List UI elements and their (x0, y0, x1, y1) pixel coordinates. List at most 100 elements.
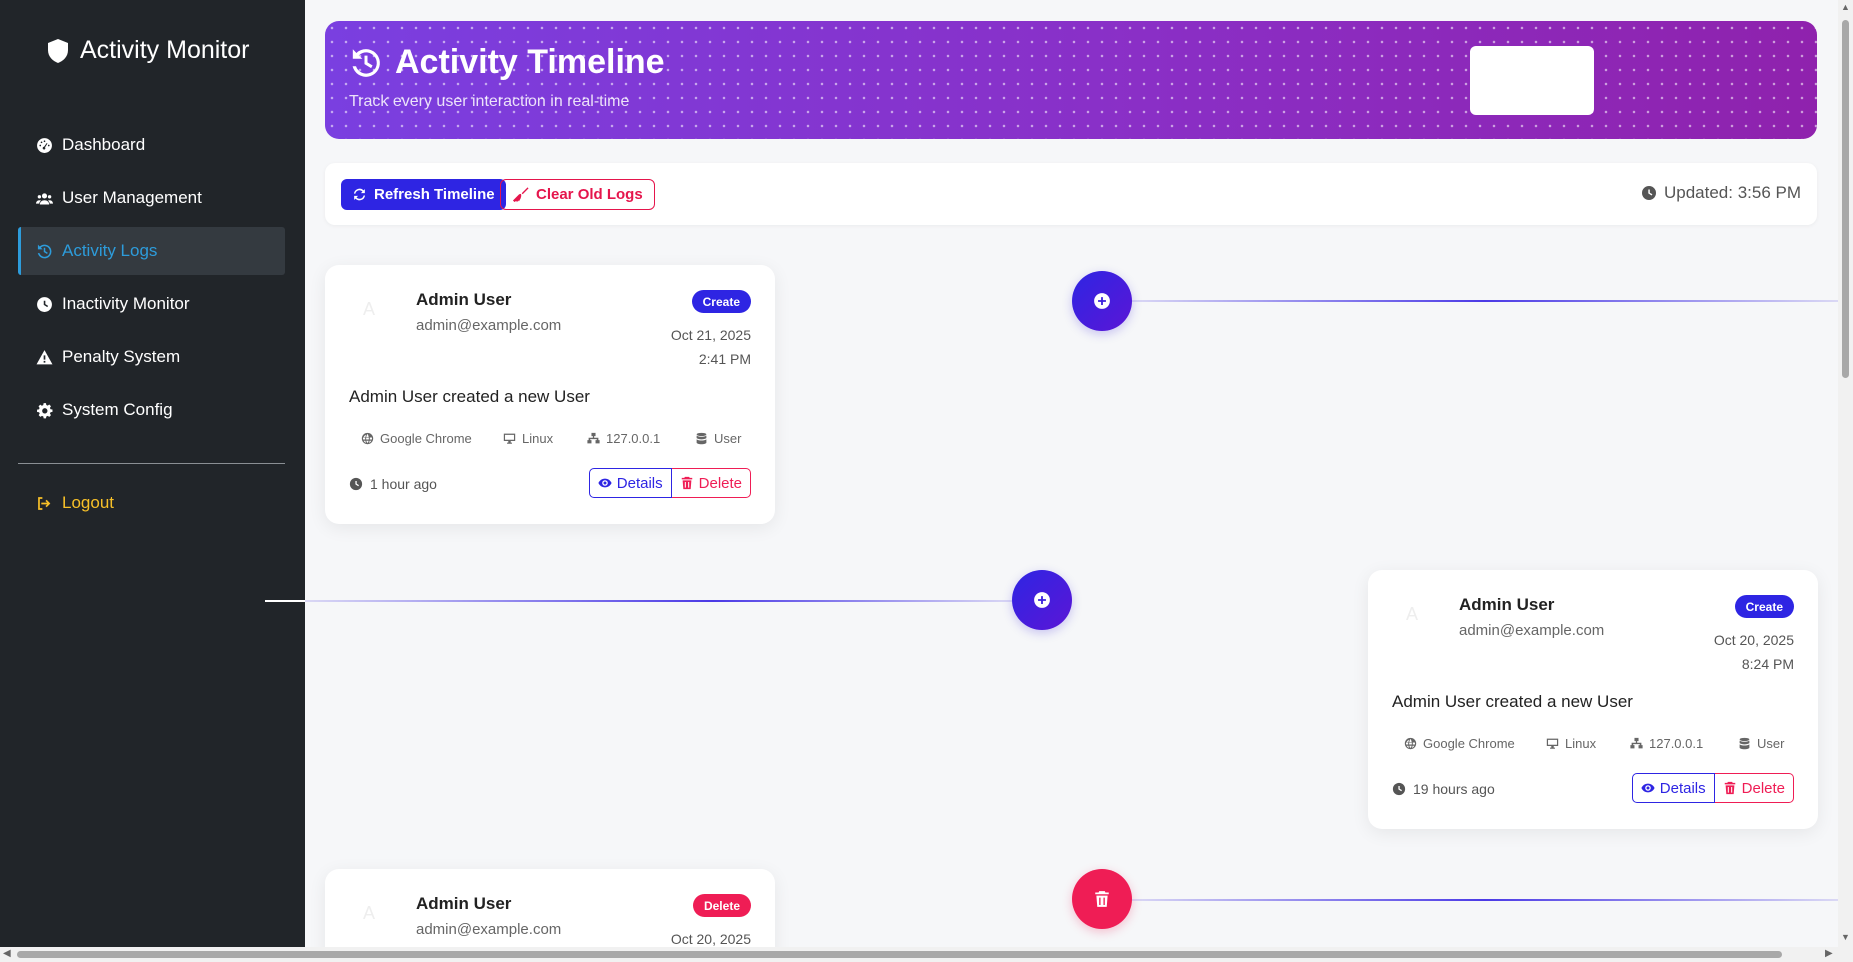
activity-datetime: Oct 21, 2025 2:41 PM (671, 323, 751, 371)
sidebar-item-penalty-system[interactable]: Penalty System (18, 333, 285, 381)
relative-time: 1 hour ago (349, 476, 437, 492)
desktop-icon (1546, 738, 1559, 749)
clear-label: Clear Old Logs (536, 186, 643, 203)
sidebar-item-system-config[interactable]: System Config (18, 386, 285, 434)
avatar: A (1405, 603, 1418, 624)
relative-time: 19 hours ago (1392, 781, 1495, 797)
avatar: A (362, 902, 375, 923)
sidebar-item-inactivity-monitor[interactable]: Inactivity Monitor (18, 280, 285, 328)
card-actions: Details Delete (1631, 773, 1794, 803)
sidebar-item-label: Penalty System (62, 347, 181, 366)
activity-description: Admin User created a new User (349, 387, 590, 406)
delete-button[interactable]: Delete (671, 468, 751, 498)
plus-circle-icon (1094, 293, 1110, 309)
avatar: A (362, 298, 375, 319)
action-badge: Create (1734, 595, 1794, 618)
sidebar-item-label: Activity Logs (62, 241, 158, 260)
meta-os-text: Linux (522, 431, 554, 446)
meta-ip-text: 127.0.0.1 (606, 431, 661, 446)
clock-icon (349, 477, 363, 491)
activity-card: A Admin User admin@example.com Create Oc… (1368, 570, 1818, 829)
meta-model-text: User (1757, 736, 1785, 751)
activity-time: 8:24 PM (1741, 656, 1794, 672)
meta-os-text: Linux (1565, 736, 1597, 751)
meta-browser: Google Chrome (1404, 736, 1546, 751)
user-email: admin@example.com (1459, 622, 1605, 639)
globe-icon (1404, 737, 1417, 750)
relative-time-text: 19 hours ago (1413, 781, 1495, 797)
vertical-scroll-thumb[interactable] (1842, 20, 1849, 378)
sidebar-item-dashboard[interactable]: Dashboard (18, 121, 285, 169)
hero-stat-box (1470, 46, 1594, 115)
trash-icon (1095, 891, 1109, 907)
timeline-toolbar: Refresh Timeline Clear Old Logs Updated:… (325, 163, 1817, 225)
timeline-connector (1131, 899, 1838, 901)
page-title: Activity Timeline (349, 43, 665, 82)
action-badge: Delete (692, 894, 751, 917)
gauge-icon (37, 137, 52, 153)
card-actions: Details Delete (588, 468, 751, 498)
clear-old-logs-button[interactable]: Clear Old Logs (500, 179, 655, 210)
users-icon (36, 192, 53, 204)
timeline-connector (1131, 300, 1838, 302)
trash-icon (681, 476, 692, 490)
sidebar-item-user-management[interactable]: User Management (18, 174, 285, 222)
delete-label: Delete (1741, 779, 1785, 797)
user-email: admin@example.com (416, 317, 562, 334)
logout-link[interactable]: Logout (36, 493, 114, 513)
brand-title: Activity Monitor (80, 36, 250, 64)
meta-ip-text: 127.0.0.1 (1649, 736, 1704, 751)
activity-time: 2:41 PM (698, 351, 751, 367)
details-button[interactable]: Details (1631, 773, 1715, 803)
eye-icon (1641, 783, 1655, 793)
delete-button[interactable]: Delete (1714, 773, 1794, 803)
meta-browser-text: Google Chrome (380, 431, 472, 446)
refresh-timeline-button[interactable]: Refresh Timeline (341, 179, 506, 210)
user-name: Admin User (1459, 595, 1555, 614)
sidebar-item-label: User Management (62, 188, 202, 207)
scroll-up-arrow[interactable]: ▲ (1841, 2, 1850, 12)
sidebar-item-label: System Config (62, 400, 173, 419)
activity-date: Oct 21, 2025 (670, 327, 751, 343)
timeline-connector (265, 600, 1012, 602)
shield-icon (48, 38, 68, 63)
scroll-right-arrow[interactable]: ▶ (1825, 948, 1833, 959)
meta-model: User (1738, 736, 1784, 751)
details-label: Details (1659, 779, 1706, 797)
brand[interactable]: Activity Monitor (46, 36, 249, 65)
user-name: Admin User (416, 894, 512, 913)
activity-card: A Admin User admin@example.com Create Oc… (325, 265, 775, 524)
meta-os: Linux (503, 431, 587, 446)
database-icon (1739, 737, 1750, 750)
sidebar-item-activity-logs[interactable]: Activity Logs (18, 227, 285, 275)
plus-circle-icon (1034, 592, 1050, 608)
horizontal-scroll-thumb[interactable] (17, 951, 1782, 958)
sidebar: Activity Monitor Dashboard User Manageme… (0, 0, 305, 962)
logout-label: Logout (62, 493, 114, 512)
warning-icon (36, 349, 53, 364)
vertical-scrollbar[interactable]: ▲ ▼ (1838, 0, 1853, 962)
meta-ip: 127.0.0.1 (1630, 736, 1738, 751)
scroll-down-arrow[interactable]: ▼ (1841, 932, 1850, 942)
eye-icon (598, 478, 612, 488)
trash-icon (1724, 781, 1735, 795)
scroll-left-arrow[interactable]: ◀ (3, 948, 11, 959)
sidebar-nav: Dashboard User Management Activity Logs … (18, 121, 285, 439)
sidebar-divider (18, 463, 285, 464)
activity-description: Admin User created a new User (1392, 692, 1633, 711)
gear-icon (37, 402, 53, 418)
network-icon (587, 432, 600, 444)
page-title-text: Activity Timeline (395, 43, 665, 81)
horizontal-scrollbar[interactable]: ◀ ▶ (0, 947, 1838, 962)
database-icon (696, 432, 707, 445)
clock-icon (1392, 782, 1406, 796)
broom-icon (512, 187, 529, 203)
details-button[interactable]: Details (588, 468, 672, 498)
clock-icon (1641, 186, 1656, 200)
meta-browser: Google Chrome (361, 431, 503, 446)
last-updated: Updated: 3:56 PM (1641, 183, 1801, 203)
activity-meta: Google Chrome Linux 127.0.0.1 User (1404, 736, 1784, 751)
timeline-marker (1072, 869, 1132, 929)
history-icon (37, 244, 52, 258)
details-label: Details (616, 474, 663, 492)
